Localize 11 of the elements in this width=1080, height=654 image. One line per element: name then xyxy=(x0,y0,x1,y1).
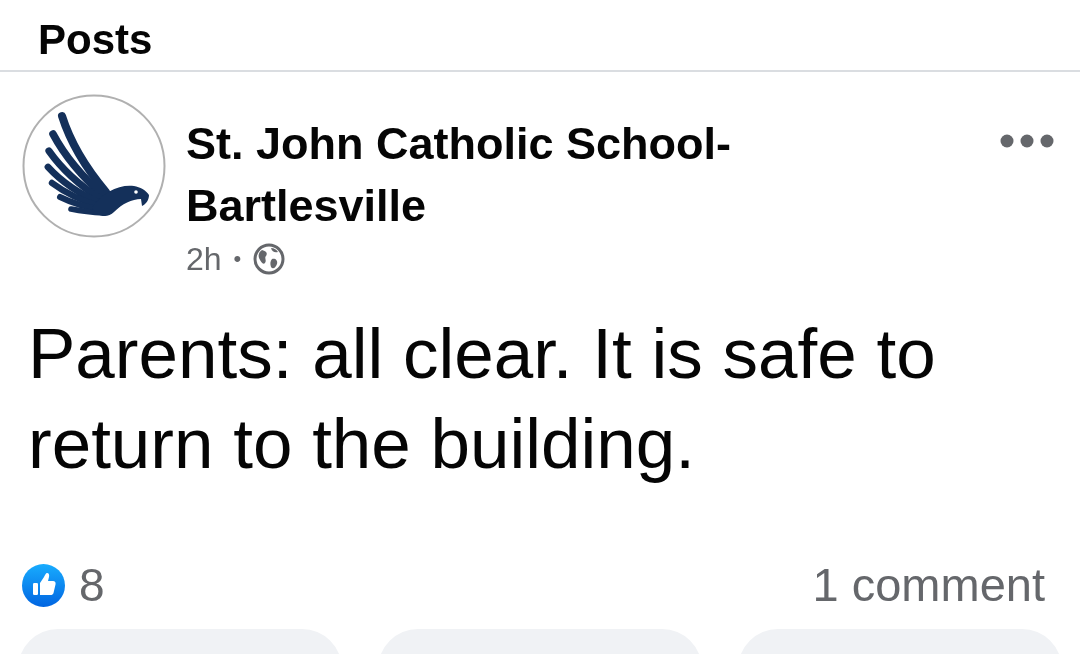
page-name-link[interactable]: St. John Catholic School-Bartlesville xyxy=(186,113,806,237)
thumbs-up-icon xyxy=(22,563,65,607)
post-time: 2h xyxy=(186,240,222,279)
separator-dot: • xyxy=(233,245,242,273)
eagle-logo-icon xyxy=(22,94,166,238)
comment-count-link[interactable]: 1 comment xyxy=(812,560,1045,610)
more-options-button[interactable] xyxy=(1000,134,1054,148)
post-text: Parents: all clear. It is safe to return to the building. xyxy=(27,313,937,485)
reaction-count[interactable]: 8 xyxy=(79,560,105,610)
more-dots-icon xyxy=(1000,134,1054,148)
section-title: Posts xyxy=(38,15,153,64)
